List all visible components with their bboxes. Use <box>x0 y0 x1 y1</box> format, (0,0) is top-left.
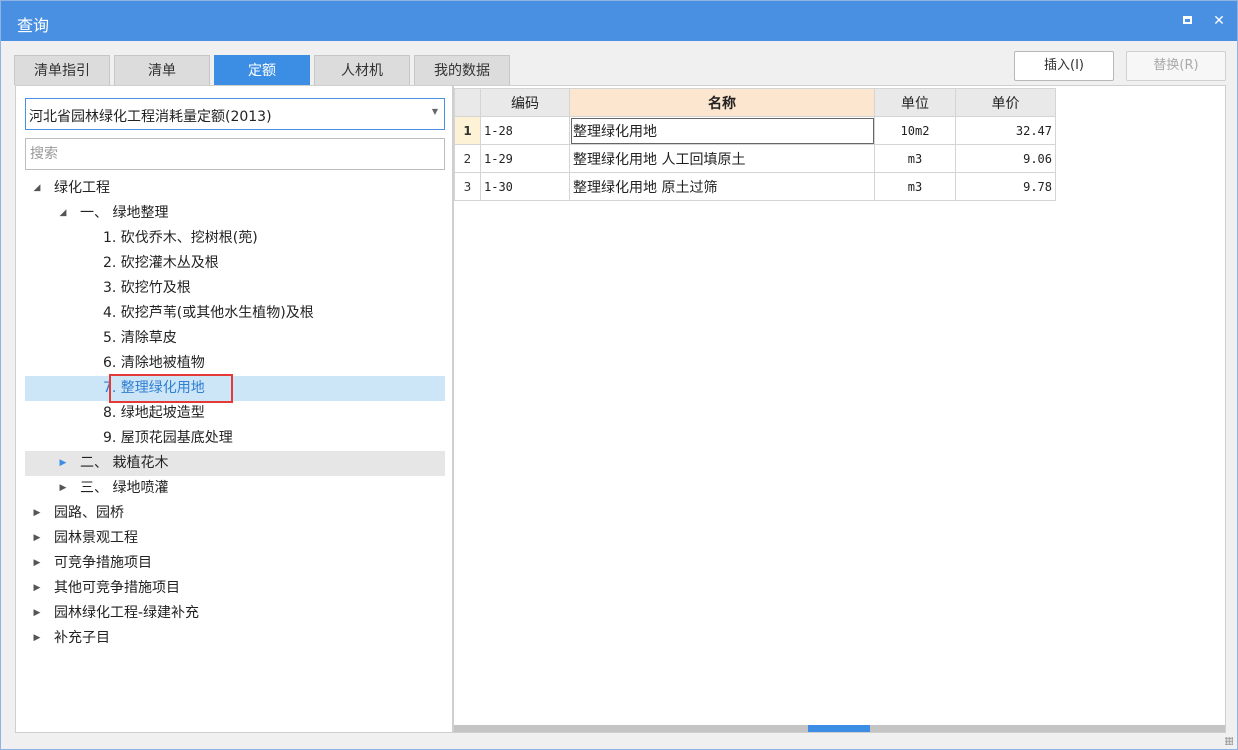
quota-library-value: 河北省园林绿化工程消耗量定额(2013) <box>29 109 272 125</box>
tree-item-label: 补充子目 <box>54 630 110 646</box>
table-row[interactable]: 1 1-28 整理绿化用地 10m2 32.47 <box>454 116 1056 145</box>
tree-item-selected[interactable]: 7. 整理绿化用地 <box>25 374 445 403</box>
expand-icon[interactable]: ▶ <box>31 501 43 526</box>
cell-price[interactable]: 32.47 <box>955 116 1056 145</box>
quota-tree-panel: 河北省园林绿化工程消耗量定额(2013) ▼ ◢ 绿化工程 ◢ 一、 绿地整理 … <box>15 85 453 733</box>
close-button[interactable]: ✕ <box>1207 9 1231 33</box>
tree-item-label: 绿化工程 <box>54 180 110 196</box>
column-header-price[interactable]: 单价 <box>955 88 1056 117</box>
tree-item-landscape[interactable]: ▶ 园林景观工程 <box>25 526 445 551</box>
tree-item[interactable]: 3. 砍挖竹及根 <box>25 276 445 301</box>
tree-item[interactable]: 4. 砍挖芦苇(或其他水生植物)及根 <box>25 301 445 326</box>
cell-name[interactable]: 整理绿化用地 <box>569 116 875 145</box>
tree-item-label: 6. 清除地被植物 <box>103 355 205 371</box>
tree-item-irrigation[interactable]: ▶ 三、 绿地喷灌 <box>25 476 445 501</box>
tab-quota[interactable]: 定额 <box>214 55 310 85</box>
column-header-code[interactable]: 编码 <box>480 88 570 117</box>
table-row[interactable]: 3 1-30 整理绿化用地 原土过筛 m3 9.78 <box>454 172 1056 201</box>
table-row[interactable]: 2 1-29 整理绿化用地 人工回填原土 m3 9.06 <box>454 144 1056 173</box>
tree-item-label: 5. 清除草皮 <box>103 330 177 346</box>
cell-unit[interactable]: m3 <box>874 172 956 201</box>
tree-item[interactable]: 1. 砍伐乔木、挖树根(蔸) <box>25 226 445 251</box>
expand-icon[interactable]: ▶ <box>31 551 43 576</box>
tab-my-data[interactable]: 我的数据 <box>414 55 510 85</box>
column-header-name[interactable]: 名称 <box>569 88 875 117</box>
tree-item[interactable]: 2. 砍挖灌木丛及根 <box>25 251 445 276</box>
tree-item-label: 一、 绿地整理 <box>80 205 169 221</box>
expand-icon[interactable]: ▶ <box>31 626 43 651</box>
horizontal-scrollbar[interactable] <box>454 725 1225 732</box>
cell-price[interactable]: 9.78 <box>955 172 1056 201</box>
tree-item-label: 可竞争措施项目 <box>54 555 152 571</box>
insert-button[interactable]: 插入(I) <box>1014 51 1114 81</box>
tree-item-green-building[interactable]: ▶ 园林绿化工程-绿建补充 <box>25 601 445 626</box>
tree-item-supplement[interactable]: ▶ 补充子目 <box>25 626 445 651</box>
row-number: 2 <box>454 144 481 173</box>
cell-code[interactable]: 1-28 <box>480 116 570 145</box>
tab-bill[interactable]: 清单 <box>114 55 210 85</box>
expand-icon[interactable]: ▶ <box>31 526 43 551</box>
tree-item-green-land-prep[interactable]: ◢ 一、 绿地整理 <box>25 201 445 226</box>
cell-price[interactable]: 9.06 <box>955 144 1056 173</box>
cell-unit[interactable]: 10m2 <box>874 116 956 145</box>
tree-item-label: 3. 砍挖竹及根 <box>103 280 191 296</box>
row-number-header <box>454 88 481 117</box>
quota-table: 编码 名称 单位 单价 1 1-28 整理绿化用地 10m2 32.47 2 1… <box>454 88 1056 201</box>
cell-name[interactable]: 整理绿化用地 人工回填原土 <box>569 144 875 173</box>
tree-item-label: 三、 绿地喷灌 <box>80 480 169 496</box>
collapse-icon[interactable]: ◢ <box>57 201 69 226</box>
scrollbar-thumb[interactable] <box>808 725 870 732</box>
tree-item-label: 9. 屋顶花园基底处理 <box>103 430 233 446</box>
tab-bill-guide[interactable]: 清单指引 <box>14 55 110 85</box>
tree-item-label: 1. 砍伐乔木、挖树根(蔸) <box>103 230 258 246</box>
tab-labor-material-machine[interactable]: 人材机 <box>314 55 410 85</box>
tree-item-label: 4. 砍挖芦苇(或其他水生植物)及根 <box>103 305 314 321</box>
query-window: 查询 ✕ 清单指引 清单 定额 人材机 我的数据 插入(I) 替换(R) 河北省… <box>0 0 1238 750</box>
title-bar[interactable]: 查询 ✕ <box>1 1 1237 41</box>
tree-item-label: 2. 砍挖灌木丛及根 <box>103 255 219 271</box>
table-header-row: 编码 名称 单位 单价 <box>454 88 1056 117</box>
quota-grid-panel: 编码 名称 单位 单价 1 1-28 整理绿化用地 10m2 32.47 2 1… <box>453 85 1226 733</box>
tree-item-other-measures[interactable]: ▶ 其他可竞争措施项目 <box>25 576 445 601</box>
collapse-icon[interactable]: ◢ <box>31 176 43 201</box>
tree-item[interactable]: 6. 清除地被植物 <box>25 351 445 376</box>
tree-item-competitive-measures[interactable]: ▶ 可竞争措施项目 <box>25 551 445 576</box>
tree-item-label: 园林绿化工程-绿建补充 <box>54 605 200 621</box>
tree-item-label: 二、 栽植花木 <box>80 455 169 471</box>
cell-unit[interactable]: m3 <box>874 144 956 173</box>
row-number: 1 <box>454 116 481 145</box>
expand-icon[interactable]: ▶ <box>31 576 43 601</box>
cell-code[interactable]: 1-29 <box>480 144 570 173</box>
expand-icon[interactable]: ▶ <box>57 476 69 501</box>
tree-item-greening[interactable]: ◢ 绿化工程 <box>25 176 445 201</box>
tree-item-label: 8. 绿地起坡造型 <box>103 405 205 421</box>
expand-icon[interactable]: ▶ <box>31 601 43 626</box>
quota-library-select[interactable]: 河北省园林绿化工程消耗量定额(2013) ▼ <box>25 98 445 130</box>
highlight-box <box>109 374 233 403</box>
resize-grip-icon[interactable] <box>1225 737 1233 745</box>
maximize-button[interactable] <box>1177 9 1201 33</box>
tree-item-label: 园林景观工程 <box>54 530 138 546</box>
cell-name[interactable]: 整理绿化用地 原土过筛 <box>569 172 875 201</box>
tree-item-label: 园路、园桥 <box>54 505 124 521</box>
expand-icon[interactable]: ▶ <box>57 451 69 476</box>
maximize-icon <box>1183 16 1192 24</box>
column-header-unit[interactable]: 单位 <box>874 88 956 117</box>
search-input[interactable] <box>25 138 445 170</box>
window-title: 查询 <box>17 16 50 35</box>
chevron-down-icon: ▼ <box>431 107 438 116</box>
tree-item[interactable]: 9. 屋顶花园基底处理 <box>25 426 445 451</box>
tree-item-label: 其他可竞争措施项目 <box>54 580 180 596</box>
tree-item-paths-bridges[interactable]: ▶ 园路、园桥 <box>25 501 445 526</box>
cell-code[interactable]: 1-30 <box>480 172 570 201</box>
tree-item[interactable]: 5. 清除草皮 <box>25 326 445 351</box>
row-number: 3 <box>454 172 481 201</box>
replace-button[interactable]: 替换(R) <box>1126 51 1226 81</box>
tree-item-planting[interactable]: ▶ 二、 栽植花木 <box>25 451 445 476</box>
tree-item[interactable]: 8. 绿地起坡造型 <box>25 401 445 426</box>
